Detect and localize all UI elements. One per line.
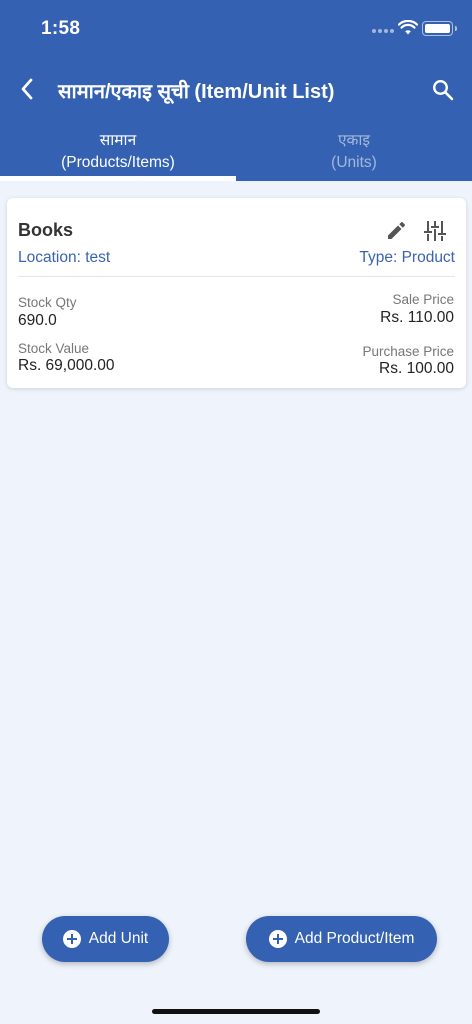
page-title: सामान/एकाइ सूची (Item/Unit List) xyxy=(58,81,335,103)
item-card[interactable]: Books Location: test Type: Product Stock… xyxy=(7,198,466,388)
sale-price-value: Rs. 110.00 xyxy=(380,309,454,326)
add-circle-icon xyxy=(62,930,81,948)
status-time: 1:58 xyxy=(41,18,81,39)
add-circle-icon xyxy=(268,930,287,948)
stock-qty-value: 690.0 xyxy=(18,312,57,329)
search-icon xyxy=(432,79,454,101)
chevron-left-icon xyxy=(21,78,33,100)
item-location: Location: test xyxy=(18,249,111,266)
add-product-label: Add Product/Item xyxy=(294,930,415,947)
app-header: 1:58 सामान/एकाइ सूची (Item/Unit List) सा… xyxy=(0,0,472,181)
battery-icon xyxy=(422,21,457,36)
tab-products-english-label: (Products/Items) xyxy=(61,154,175,171)
item-type: Type: Product xyxy=(359,249,455,266)
search-button[interactable] xyxy=(428,75,458,105)
card-divider xyxy=(18,276,455,277)
home-indicator[interactable] xyxy=(152,1009,320,1014)
stock-qty-label: Stock Qty xyxy=(18,295,77,310)
cellular-signal-icon xyxy=(372,29,394,35)
tab-units-native-label: एकाइ xyxy=(337,132,371,149)
edit-item-button[interactable] xyxy=(385,220,407,242)
tab-units[interactable]: एकाइ (Units) xyxy=(236,130,472,174)
active-tab-indicator xyxy=(0,176,236,181)
tab-units-english-label: (Units) xyxy=(331,154,377,171)
back-button[interactable] xyxy=(12,74,42,104)
tab-products[interactable]: सामान (Products/Items) xyxy=(0,130,236,174)
tab-products-native-label: सामान xyxy=(99,132,137,149)
stock-value-label: Stock Value xyxy=(18,341,90,356)
add-product-button[interactable]: Add Product/Item xyxy=(246,916,437,962)
purchase-price-value: Rs. 100.00 xyxy=(379,360,454,377)
item-name: Books xyxy=(18,220,74,240)
status-bar: 1:58 xyxy=(0,0,472,58)
add-unit-label: Add Unit xyxy=(88,930,149,947)
adjust-stock-button[interactable] xyxy=(423,219,447,243)
add-unit-button[interactable]: Add Unit xyxy=(42,916,169,962)
wifi-icon xyxy=(398,20,418,35)
sliders-icon xyxy=(424,221,446,241)
sale-price-label: Sale Price xyxy=(392,292,454,307)
pencil-icon xyxy=(388,222,405,239)
toolbar: सामान/एकाइ सूची (Item/Unit List) xyxy=(0,66,472,114)
purchase-price-label: Purchase Price xyxy=(362,344,454,359)
stock-value: Rs. 69,000.00 xyxy=(18,357,115,374)
